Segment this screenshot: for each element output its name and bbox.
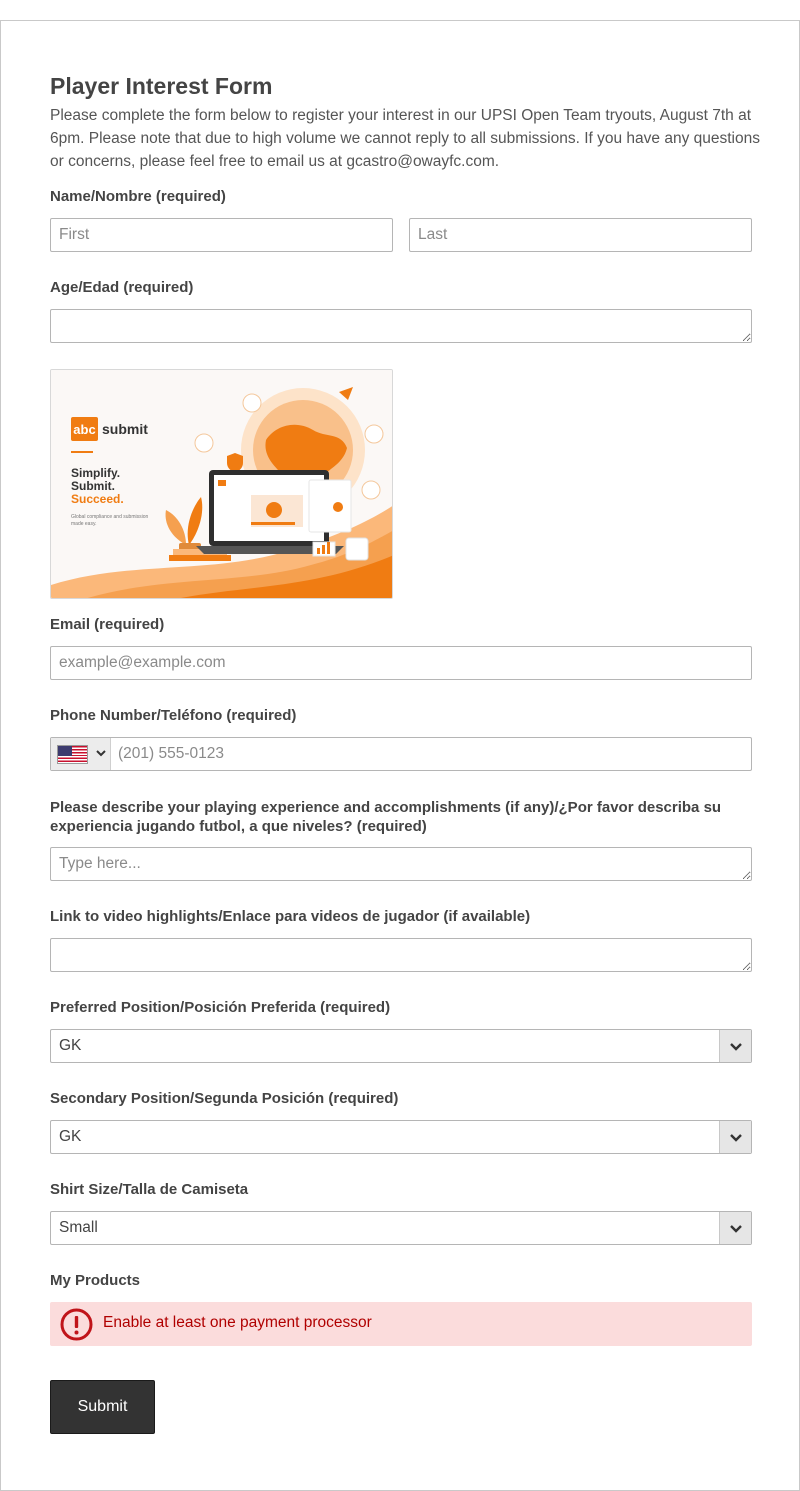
preferred-position-select[interactable]: GK: [50, 1029, 752, 1063]
country-selector[interactable]: [51, 738, 111, 770]
payment-alert: Enable at least one payment processor: [50, 1302, 752, 1346]
age-input[interactable]: [50, 309, 752, 343]
promo-small-text-1: Global compliance and submission: [71, 514, 148, 520]
promo-brand-name: submit: [102, 421, 148, 437]
experience-label: Please describe your playing experience …: [50, 799, 722, 835]
products-label: My Products: [50, 1272, 141, 1289]
chevron-down-icon: [729, 1134, 742, 1142]
phone-label: Phone Number/Teléfono (required): [50, 707, 297, 724]
experience-input[interactable]: [50, 847, 752, 881]
form-title: Player Interest Form: [50, 73, 273, 99]
form-container: Player Interest Form Please complete the…: [0, 20, 800, 1491]
dropdown-arrow[interactable]: [719, 1030, 751, 1062]
form-description: Please complete the form below to regist…: [50, 107, 760, 170]
secondary-position-select[interactable]: GK: [50, 1120, 752, 1154]
age-field: [50, 309, 752, 343]
promo-illustration: abc submit Simplify. Submit. Succeed. Gl…: [51, 370, 392, 598]
shirt-size-value: Small: [59, 1219, 98, 1236]
video-label: Link to video highlights/Enlace para vid…: [50, 908, 531, 925]
last-name-input[interactable]: [409, 218, 752, 252]
chevron-down-icon: [729, 1225, 742, 1233]
video-input[interactable]: [50, 938, 752, 972]
preferred-position-value: GK: [59, 1037, 82, 1054]
email-label: Email (required): [50, 616, 165, 633]
email-input[interactable]: [50, 646, 752, 680]
promo-brand-tag: abc: [73, 422, 95, 437]
dropdown-arrow[interactable]: [719, 1212, 751, 1244]
phone-field: [50, 737, 752, 771]
chevron-down-icon: [729, 1043, 742, 1051]
shirt-size-select[interactable]: Small: [50, 1211, 752, 1245]
promo-small-text-2: made easy.: [71, 521, 96, 527]
us-flag-icon: [57, 745, 88, 764]
first-name-input[interactable]: [50, 218, 393, 252]
submit-button[interactable]: Submit: [50, 1380, 155, 1434]
promo-image: abc submit Simplify. Submit. Succeed. Gl…: [50, 369, 393, 599]
chevron-down-icon: [96, 750, 106, 757]
dropdown-arrow[interactable]: [719, 1121, 751, 1153]
promo-tagline-2: Submit.: [71, 479, 115, 493]
preferred-position-label: Preferred Position/Posición Preferida (r…: [50, 999, 391, 1016]
secondary-position-value: GK: [59, 1128, 82, 1145]
age-label: Age/Edad (required): [50, 279, 194, 296]
exclamation-circle-icon: [60, 1308, 93, 1341]
promo-tagline-1: Simplify.: [71, 466, 120, 480]
payment-alert-message: Enable at least one payment processor: [103, 1314, 372, 1331]
promo-tagline-3: Succeed.: [71, 492, 124, 506]
secondary-position-label: Secondary Position/Segunda Posición (req…: [50, 1090, 399, 1107]
shirt-size-label: Shirt Size/Talla de Camiseta: [50, 1181, 249, 1198]
name-label: Name/Nombre (required): [50, 188, 226, 205]
phone-input[interactable]: [111, 738, 751, 770]
